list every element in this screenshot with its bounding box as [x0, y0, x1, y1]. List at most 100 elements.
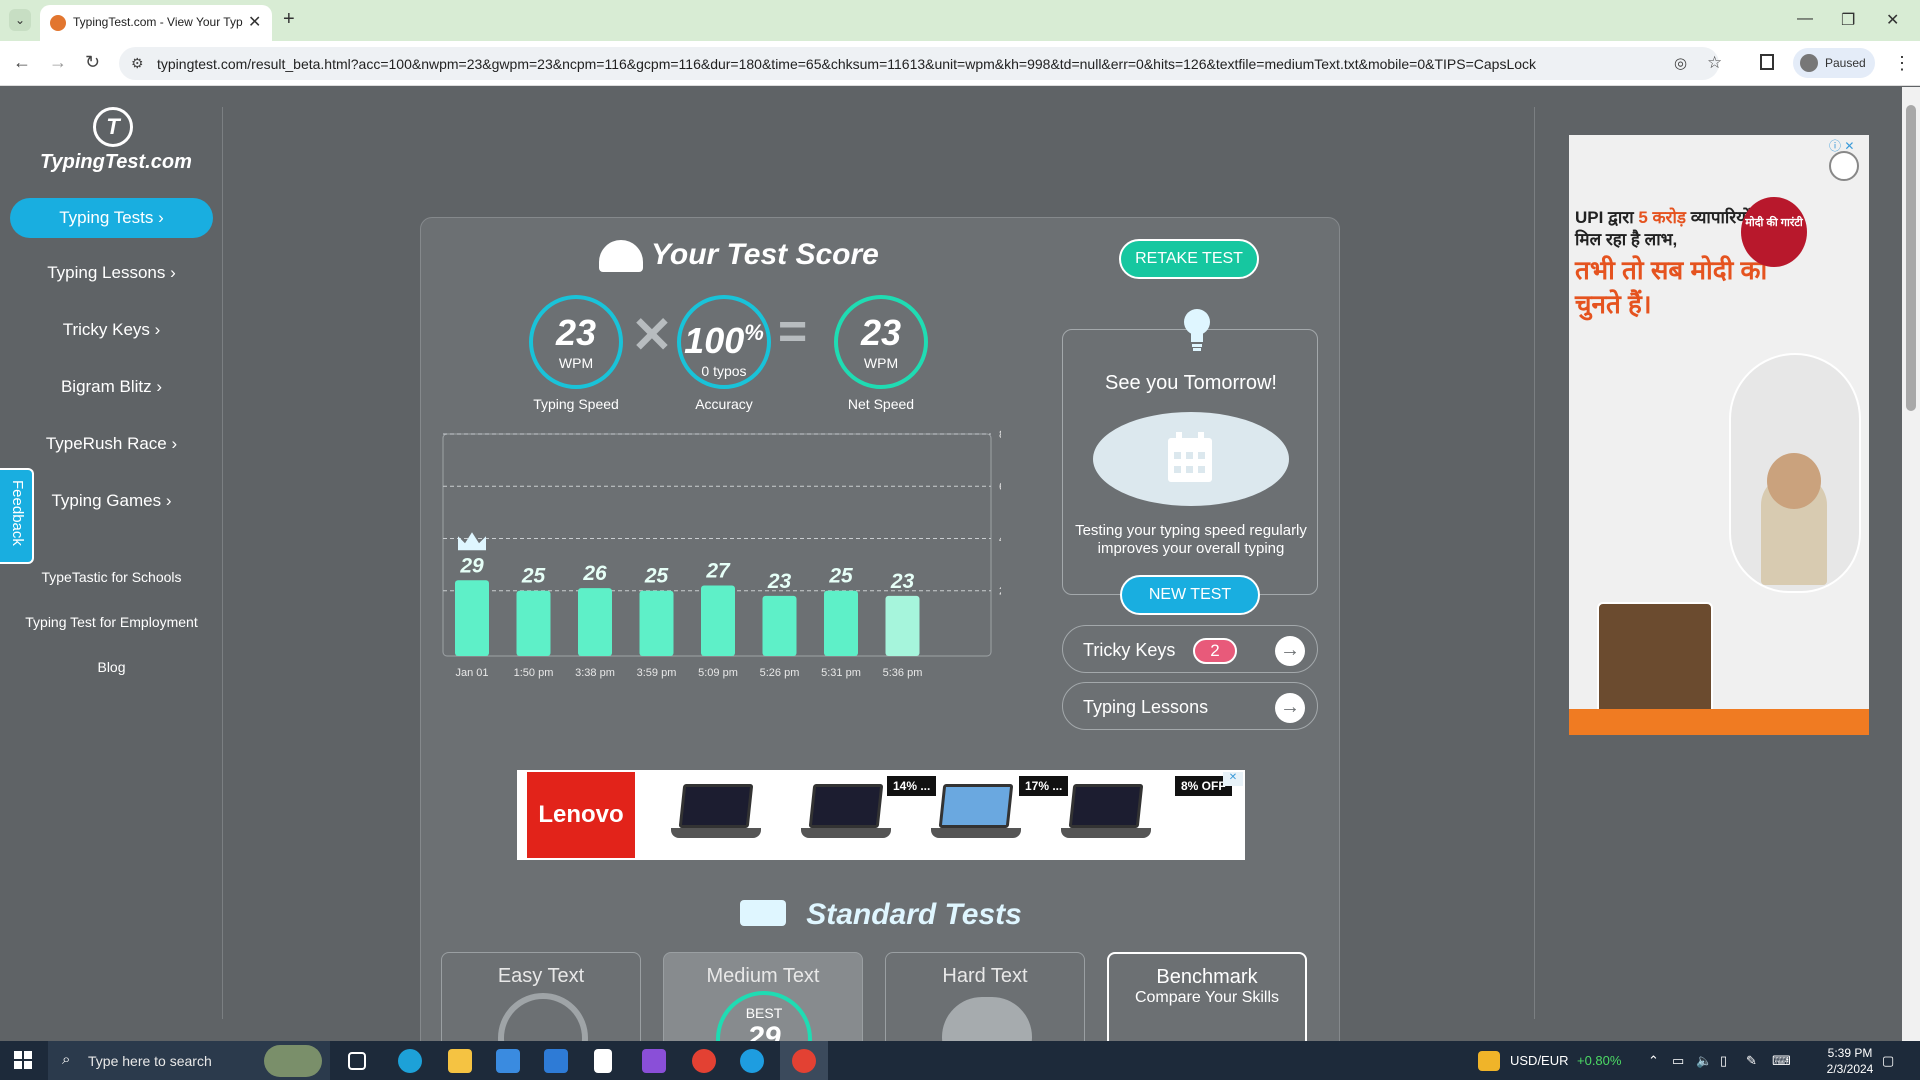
search-placeholder: Type here to search: [88, 1053, 212, 1069]
ticker-change: +0.80%: [1577, 1053, 1622, 1068]
feedback-label: Feedback: [9, 480, 26, 546]
x-tick-label: 1:50 pm: [514, 667, 554, 679]
new-test-button[interactable]: NEW TEST: [1120, 575, 1260, 615]
typing-lessons-link[interactable]: Typing Lessons →: [1062, 682, 1318, 730]
robot-face-icon: [942, 997, 1032, 1041]
medium-text-test[interactable]: Medium Text BEST 29: [663, 952, 863, 1041]
url-text[interactable]: typingtest.com/result_beta.html?acc=100&…: [157, 56, 1637, 72]
skype-icon[interactable]: [740, 1049, 764, 1073]
x-tick-label: 5:36 pm: [883, 667, 923, 679]
x-tick-label: 3:38 pm: [575, 667, 615, 679]
feedback-tab[interactable]: Feedback: [0, 468, 34, 564]
retake-test-button[interactable]: RETAKE TEST: [1119, 239, 1259, 279]
chart-bar: [885, 595, 920, 656]
search-icon: ⌕: [62, 1051, 71, 1068]
y-tick-label: 65: [999, 481, 1001, 493]
typing-speed-label: Typing Speed: [533, 396, 619, 412]
chevron-right-icon: ›: [170, 263, 176, 282]
sidebar-item-bigram-blitz[interactable]: Bigram Blitz ›: [0, 377, 223, 397]
pen-icon[interactable]: ✎: [1746, 1053, 1757, 1069]
discount-tag: 14% ...: [887, 776, 937, 796]
profile-status: Paused: [1825, 56, 1866, 70]
edge-icon[interactable]: [398, 1049, 422, 1073]
side-advertisement[interactable]: ⓘ ✕ UPI द्वारा 5 करोड़ व्यापारियों को मि…: [1569, 135, 1869, 735]
link-employment-test[interactable]: Typing Test for Employment: [0, 614, 223, 630]
notepad-icon[interactable]: [594, 1049, 612, 1073]
multiply-icon: ✕: [631, 307, 673, 363]
store-icon[interactable]: [496, 1049, 520, 1073]
task-view-icon[interactable]: [348, 1052, 366, 1070]
bar-value-label: 29: [459, 554, 484, 577]
site-favicon-icon: [50, 15, 66, 31]
tab-search-button[interactable]: ⌄: [9, 9, 31, 31]
benchmark-subtitle: Compare Your Skills: [1134, 989, 1280, 1006]
score-title: Your Test Score: [651, 238, 879, 271]
link-blog[interactable]: Blog: [0, 659, 223, 675]
site-info-icon[interactable]: ⚙: [131, 55, 144, 72]
link-typetastic[interactable]: TypeTastic for Schools: [0, 569, 223, 585]
address-bar[interactable]: ⚙ typingtest.com/result_beta.html?acc=10…: [119, 47, 1722, 80]
close-tab-icon[interactable]: ✕: [248, 12, 261, 32]
sidebar-item-tricky-keys[interactable]: Tricky Keys ›: [0, 320, 223, 340]
profile-button[interactable]: Paused: [1793, 48, 1875, 78]
windows-start-icon[interactable]: [14, 1051, 32, 1069]
hard-text-test[interactable]: Hard Text: [885, 952, 1085, 1041]
sidebar-divider: [222, 107, 223, 1019]
page-scrollbar[interactable]: [1902, 87, 1920, 1041]
x-tick-label: 5:26 pm: [760, 667, 800, 679]
mail-icon[interactable]: [544, 1049, 568, 1073]
file-explorer-icon[interactable]: [448, 1049, 472, 1073]
bookmark-star-icon[interactable]: ☆: [1707, 53, 1722, 73]
lightbulb-icon: [1184, 309, 1210, 351]
battery-icon[interactable]: ▯: [1720, 1053, 1727, 1069]
bar-value-label: 23: [767, 570, 792, 593]
sidebar-item-typing-lessons[interactable]: Typing Lessons ›: [0, 263, 223, 283]
chart-bar: [639, 590, 674, 656]
volume-icon[interactable]: 🔈: [1696, 1053, 1712, 1069]
search-highlight-icon[interactable]: [264, 1045, 322, 1077]
site-logo[interactable]: T TypingTest.com: [40, 107, 192, 174]
visual-studio-icon[interactable]: [642, 1049, 666, 1073]
notifications-icon[interactable]: ▢: [1882, 1053, 1894, 1069]
reload-icon[interactable]: ↻: [85, 52, 100, 73]
taskbar-clock[interactable]: 5:39 PM 2/3/2024: [1820, 1045, 1880, 1077]
browser-tab-bar: ⌄ TypingTest.com - View Your Typ ✕ + — ❐…: [0, 0, 1920, 41]
typing-speed-circle: 23 WPM: [529, 295, 623, 389]
restore-icon[interactable]: ❐: [1841, 10, 1855, 30]
keyboard-tray-icon[interactable]: ⌨: [1772, 1053, 1791, 1069]
calendar-illustration: [1093, 412, 1289, 506]
browser-tab[interactable]: TypingTest.com - View Your Typ ✕: [40, 5, 272, 41]
new-tab-button[interactable]: +: [283, 8, 295, 31]
ad-close-icon[interactable]: ✕: [1223, 772, 1243, 786]
back-icon[interactable]: ←: [13, 52, 31, 73]
tricky-keys-link[interactable]: Tricky Keys 2 →: [1062, 625, 1318, 673]
discount-tag: 17% ...: [1019, 776, 1069, 796]
scrollbar-thumb[interactable]: [1906, 105, 1916, 411]
easy-text-test[interactable]: Easy Text: [441, 952, 641, 1041]
net-speed-value: 23: [860, 312, 902, 353]
forward-icon[interactable]: →: [49, 52, 67, 73]
chrome-active-icon[interactable]: [792, 1049, 816, 1073]
tracking-blocked-icon[interactable]: ◎: [1674, 54, 1687, 72]
sidebar-item-typing-tests[interactable]: Typing Tests ›: [10, 198, 213, 238]
sidebar-item-label: Typing Games: [51, 491, 162, 510]
easy-text-label: Easy Text: [497, 965, 585, 987]
clock-time: 5:39 PM: [1827, 1046, 1873, 1060]
sidebar-item-typerush-race[interactable]: TypeRush Race ›: [0, 434, 223, 454]
browser-menu-icon[interactable]: ⋮: [1893, 53, 1911, 74]
bar-value-label: 25: [521, 565, 546, 588]
logo-text: TypingTest.com: [40, 151, 192, 173]
person-face: [1767, 453, 1821, 509]
side-panel-icon[interactable]: [1760, 54, 1774, 70]
windows-taskbar: ⌕ Type here to search USD/EUR +0.80% ⌃ ▭…: [0, 1041, 1920, 1080]
network-icon[interactable]: ▭: [1672, 1053, 1684, 1069]
close-window-icon[interactable]: ✕: [1886, 10, 1899, 30]
benchmark-test[interactable]: Benchmark Compare Your Skills: [1107, 952, 1307, 1041]
typing-lessons-label: Typing Lessons: [1083, 697, 1209, 717]
chevron-up-icon[interactable]: ⌃: [1648, 1053, 1659, 1069]
ticker-symbol[interactable]: USD/EUR: [1510, 1053, 1569, 1068]
lenovo-ad-banner[interactable]: Lenovo 14% ... 17% ... 8% OFF ✕: [517, 770, 1245, 860]
chrome-icon[interactable]: [692, 1049, 716, 1073]
crown-icon: [458, 532, 486, 551]
minimize-icon[interactable]: —: [1797, 10, 1813, 28]
